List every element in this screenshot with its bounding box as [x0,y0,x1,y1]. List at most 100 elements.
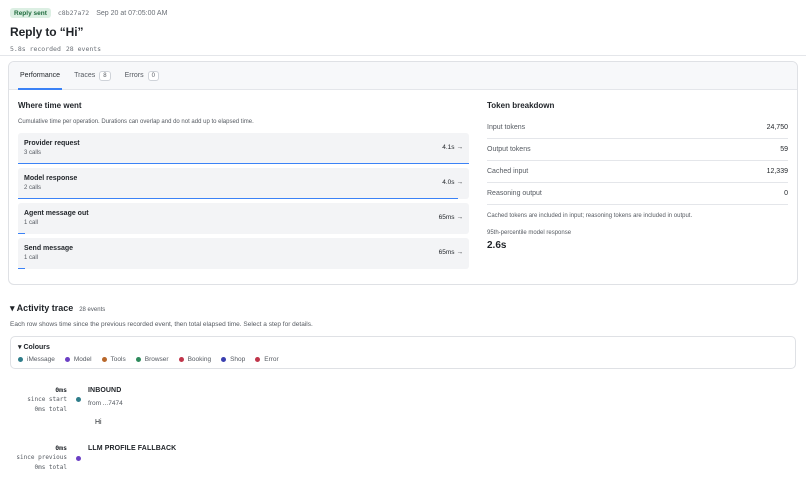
legend-dot-icon [135,357,141,362]
run-timestamp: Sep 20 at 07:05:00 AM [96,9,168,17]
arrow-right-icon: → [456,214,464,221]
traces-count-badge: 8 [99,70,111,81]
operation-calls: 1 call [24,220,39,226]
token-heading: Token breakdown [487,101,555,110]
event-timing: 0ms since start 0ms total [27,385,67,415]
legend-item: Browser [135,356,169,363]
token-value: 0 [784,190,788,197]
token-row: Cached input 12,339 [487,161,788,183]
legend-item: Error [255,356,279,363]
tab-errors[interactable]: Errors 0 [123,62,161,90]
operation-bar [18,267,26,269]
operation-calls: 2 calls [24,185,42,191]
operation-time: 65ms → [438,214,464,221]
operation-row[interactable]: Agent message out 1 call 65ms → [18,203,469,234]
tab-label: Errors [124,72,144,79]
event-delta-label: since start [27,396,67,403]
page-title: Reply to “Hi” [10,25,84,39]
event-subtitle: from ...7474 [88,400,123,407]
token-label: Cached input [487,168,529,175]
event-delta-label: since previous [16,454,67,461]
legend-item: Shop [221,356,245,363]
operation-bar [18,232,26,234]
p95-label: 95th-percentile model response [487,230,572,236]
token-label: Output tokens [487,146,531,153]
event-delta: 0ms [55,444,67,452]
legend-dot-icon [178,357,184,362]
run-id: c8b27a72 [57,9,90,17]
legend-item: Booking [178,356,211,363]
tab-label: Performance [20,72,61,79]
activity-trace-toggle[interactable]: ▾ Activity trace [10,303,73,314]
activity-trace-header: ▾ Activity trace 28 events Each row show… [10,303,796,328]
time-breakdown: Where time went Cumulative time per oper… [18,101,469,273]
token-value: 59 [780,146,788,153]
operation-time: 65ms → [438,249,464,256]
event-total: 0ms total [34,464,67,471]
token-value: 12,339 [766,168,788,175]
event-title: INBOUND [88,387,122,394]
operation-bar [18,197,458,199]
operation-time: 4.0s → [442,179,463,186]
legend-item: Tools [101,356,126,363]
token-row: Output tokens 59 [487,139,788,161]
status-badge: Reply sent [10,8,51,18]
tab-traces[interactable]: Traces 8 [72,62,112,90]
arrow-right-icon: → [456,144,464,151]
legend-dot-icon [101,357,107,362]
legend-dot-icon [255,357,261,362]
arrow-right-icon: → [456,249,464,256]
operation-name: Send message [24,245,74,252]
run-summary: 5.8s recorded 28 events [10,45,796,53]
event-total: 0ms total [34,406,67,413]
token-value: 24,750 [766,124,788,131]
operation-bar [18,162,469,164]
token-label: Input tokens [487,124,526,131]
token-row: Reasoning output 0 [487,183,788,205]
operation-row[interactable]: Provider request 3 calls 4.1s → [18,133,469,164]
token-table: Input tokens 24,750 Output tokens 59 Cac… [487,117,788,205]
legend-items: iMessage Model Tools Browser Booking Sho… [18,356,279,363]
event-message: Hi [95,419,102,426]
event-delta: 0ms [55,386,67,394]
activity-event-count: 28 events [79,307,106,313]
operation-calls: 3 calls [24,150,42,156]
operation-calls: 1 call [24,255,39,261]
tab-label: Traces [74,72,96,79]
token-row: Input tokens 24,750 [487,117,788,139]
legend-dot-icon [18,357,23,362]
colours-toggle[interactable]: ▾ Colours [18,343,50,351]
activity-note: Each row shows time since the previous r… [10,321,313,328]
event-count: 28 events [65,45,102,53]
p95-value: 2.6s [487,240,507,251]
operation-name: Model response [24,175,78,182]
event-title: LLM PROFILE FALLBACK [88,445,177,452]
time-note: Cumulative time per operation. Durations… [18,119,254,125]
operation-name: Agent message out [24,210,89,217]
arrow-right-icon: → [456,179,464,186]
operation-name: Provider request [24,140,80,147]
token-note: Cached tokens are included in input; rea… [487,213,693,219]
operation-row[interactable]: Send message 1 call 65ms → [18,238,469,269]
legend-dot-icon [221,357,227,362]
run-header: Reply sent c8b27a72 Sep 20 at 07:05:00 A… [10,8,796,53]
event-timing: 0ms since previous 0ms total [16,443,67,473]
header-divider [0,55,806,56]
colour-legend: ▾ Colours iMessage Model Tools Browser B… [10,336,796,369]
legend-item: Model [64,356,92,363]
tab-bar: Performance Traces 8 Errors 0 [9,62,797,90]
tab-performance[interactable]: Performance [18,62,63,90]
time-heading: Where time went [18,101,82,110]
performance-card: Performance Traces 8 Errors 0 Where time… [8,61,798,285]
operation-row[interactable]: Model response 2 calls 4.0s → [18,168,469,199]
event-dot-icon [76,397,81,402]
operation-time: 4.1s → [442,144,463,151]
token-label: Reasoning output [487,190,542,197]
errors-count-badge: 0 [147,70,159,81]
operation-list: Provider request 3 calls 4.1s → Model res… [18,133,469,269]
recorded-duration: 5.8s recorded [10,45,61,53]
legend-item: iMessage [18,356,55,363]
legend-dot-icon [64,357,70,362]
token-breakdown: Token breakdown Input tokens 24,750 Outp… [487,101,788,251]
event-dot-icon [76,456,81,461]
